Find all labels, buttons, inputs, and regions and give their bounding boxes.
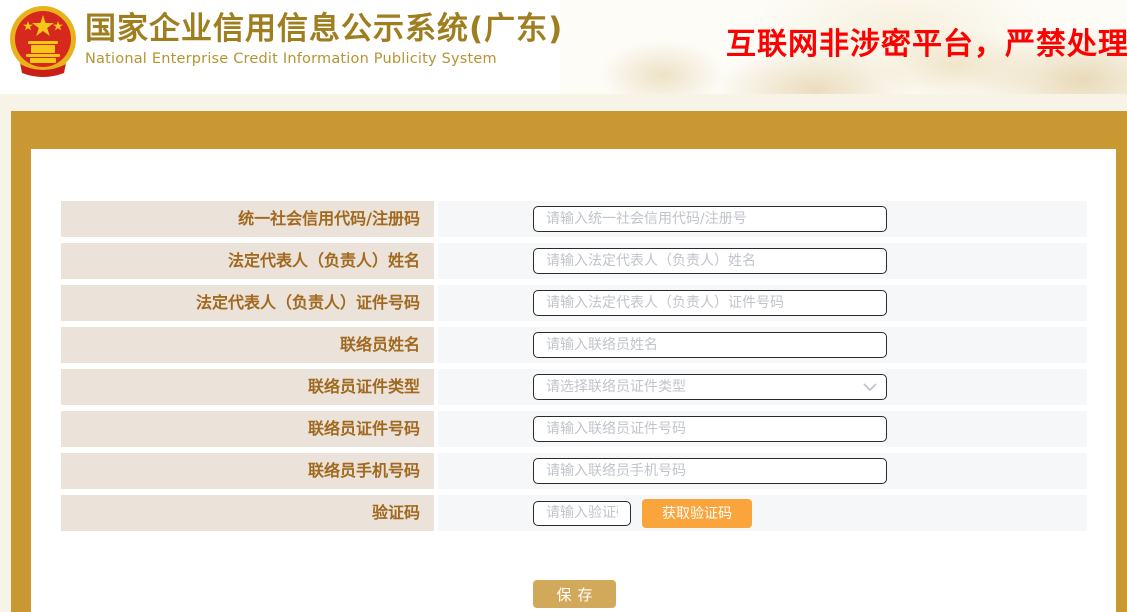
contact-mobile-input[interactable] — [533, 458, 887, 484]
contact-mobile-input-cell — [438, 453, 1087, 489]
contact-id-type-select-value[interactable] — [533, 374, 887, 400]
security-warning-banner: 互联网非涉密平台，严禁处理 — [726, 19, 1127, 63]
form-row-legal-rep-name: 法定代表人（负责人）姓名 — [61, 243, 1116, 279]
site-title-block: 国家企业信用信息公示系统(广东) National Enterprise Cre… — [85, 9, 563, 67]
contact-id-number-input-cell — [438, 411, 1087, 447]
contact-id-number-input[interactable] — [533, 416, 887, 442]
contact-name-label: 联络员姓名 — [61, 327, 434, 363]
get-captcha-button[interactable]: 获取验证码 — [642, 499, 752, 528]
site-subtitle: National Enterprise Credit Information P… — [85, 51, 563, 67]
contact-id-number-label: 联络员证件号码 — [61, 411, 434, 447]
form-row-contact-id-number: 联络员证件号码 — [61, 411, 1116, 447]
legal-rep-name-input-cell — [438, 243, 1087, 279]
form-row-contact-name: 联络员姓名 — [61, 327, 1116, 363]
credit-code-input[interactable] — [533, 206, 887, 232]
legal-rep-name-input[interactable] — [533, 248, 887, 274]
contact-id-type-label: 联络员证件类型 — [61, 369, 434, 405]
legal-rep-id-input-cell — [438, 285, 1087, 321]
save-button[interactable]: 保存 — [533, 580, 616, 608]
contact-name-input[interactable] — [533, 332, 887, 358]
form-row-credit-code: 统一社会信用代码/注册码 — [61, 201, 1116, 237]
main-gold-panel: 统一社会信用代码/注册码 法定代表人（负责人）姓名 法定代表人（负责人）证件号码… — [11, 111, 1127, 612]
captcha-label: 验证码 — [61, 495, 434, 531]
credit-code-input-cell — [438, 201, 1087, 237]
form-row-legal-rep-id: 法定代表人（负责人）证件号码 — [61, 285, 1116, 321]
legal-rep-id-label: 法定代表人（负责人）证件号码 — [61, 285, 434, 321]
contact-id-type-select[interactable] — [533, 374, 887, 400]
site-title: 国家企业信用信息公示系统(广东) — [85, 9, 563, 49]
legal-rep-name-label: 法定代表人（负责人）姓名 — [61, 243, 434, 279]
form-row-contact-id-type: 联络员证件类型 — [61, 369, 1116, 405]
header: 国家企业信用信息公示系统(广东) National Enterprise Cre… — [0, 0, 1127, 94]
china-national-emblem-icon — [8, 5, 78, 78]
captcha-input[interactable] — [533, 501, 631, 526]
form-row-captcha: 验证码 获取验证码 — [61, 495, 1116, 531]
contact-mobile-label: 联络员手机号码 — [61, 453, 434, 489]
legal-rep-id-input[interactable] — [533, 290, 887, 316]
form-row-contact-mobile: 联络员手机号码 — [61, 453, 1116, 489]
contact-id-type-input-cell — [438, 369, 1087, 405]
save-row: 保存 — [31, 580, 1116, 608]
form-panel: 统一社会信用代码/注册码 法定代表人（负责人）姓名 法定代表人（负责人）证件号码… — [31, 149, 1116, 612]
credit-code-label: 统一社会信用代码/注册码 — [61, 201, 434, 237]
captcha-input-cell: 获取验证码 — [438, 495, 1087, 531]
contact-registration-form: 统一社会信用代码/注册码 法定代表人（负责人）姓名 法定代表人（负责人）证件号码… — [31, 149, 1116, 608]
contact-name-input-cell — [438, 327, 1087, 363]
